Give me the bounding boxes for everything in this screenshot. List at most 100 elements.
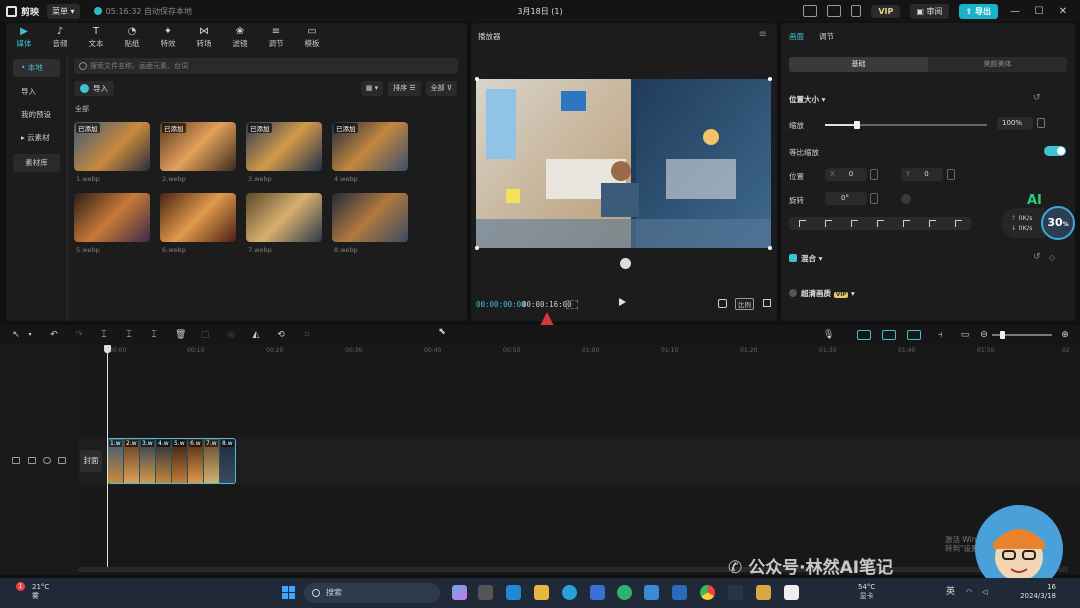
time-ruler[interactable]: 00:00 00:10 00:20 00:30 00:40 00:50 01:0… <box>78 345 1080 355</box>
side-item-library[interactable]: 素材库 <box>13 154 60 172</box>
split-left-icon[interactable]: ⌶ <box>124 330 134 340</box>
tab-audio[interactable]: ♪ 音频 <box>42 23 78 51</box>
tab-adjust[interactable]: ≡ 调节 <box>258 23 294 51</box>
zoom-slider[interactable] <box>992 331 1052 339</box>
timeline-clip[interactable]: 6.w <box>188 439 204 483</box>
copilot-icon[interactable] <box>452 585 467 600</box>
rotate-handle-icon[interactable] <box>620 258 631 269</box>
view-mode-button[interactable]: ▦ ▾ <box>360 81 384 96</box>
media-thumb-5[interactable] <box>74 193 150 242</box>
align-top-icon[interactable] <box>876 220 884 227</box>
timeline-clip[interactable]: 1.w <box>108 439 124 483</box>
segment-basic[interactable]: 基础 <box>789 57 928 72</box>
align-right-icon[interactable] <box>850 220 858 227</box>
timeline-scrollbar[interactable] <box>78 567 1068 572</box>
shortcut-keyboard-icon[interactable] <box>803 5 818 17</box>
sort-button[interactable]: 排序 ☰ <box>388 81 421 96</box>
media-thumb-3[interactable]: 已添加 <box>246 122 322 171</box>
timeline-clip[interactable]: 4.w <box>156 439 172 483</box>
stepper-icon[interactable] <box>870 169 878 180</box>
undo-icon[interactable]: ↶ <box>49 330 59 340</box>
side-item-presets[interactable]: 我的预设 <box>13 106 60 124</box>
video-preview[interactable] <box>476 79 771 248</box>
timeline-clip[interactable]: 2.w <box>124 439 140 483</box>
preview-icon[interactable]: ▭ <box>960 330 970 340</box>
vip-button[interactable]: VIP <box>871 4 901 18</box>
layout-icon[interactable] <box>827 5 842 17</box>
keyframe-icon[interactable] <box>1037 118 1045 128</box>
media-thumb-1[interactable]: 已添加 <box>74 122 150 171</box>
align-center-v-icon[interactable] <box>902 220 910 227</box>
close-icon[interactable]: ✕ <box>1056 6 1070 17</box>
position-x-input[interactable]: X0 <box>825 168 867 181</box>
lock-icon[interactable] <box>28 457 36 464</box>
freeze-icon[interactable]: ▢ <box>200 330 210 340</box>
tab-media[interactable]: ▶ 媒体 <box>6 23 42 51</box>
segment-beauty[interactable]: 美颜美体 <box>928 57 1067 72</box>
scale-slider-knob[interactable] <box>854 121 861 129</box>
filter-button[interactable]: 全部 ⊽ <box>425 81 457 96</box>
redo-icon[interactable]: ↷ <box>74 330 84 340</box>
align-left-icon[interactable] <box>798 220 806 227</box>
app-icon[interactable] <box>644 585 659 600</box>
side-item-cloud[interactable]: ▸ 云素材 <box>13 129 60 147</box>
ime-indicator[interactable]: 英 <box>946 588 955 597</box>
wifi-icon[interactable]: ◠ <box>966 588 972 597</box>
keyframe-icon[interactable]: ◇ <box>1049 253 1055 262</box>
player-menu-icon[interactable]: ≡ <box>759 29 767 40</box>
maximize-icon[interactable]: ☐ <box>1032 6 1046 17</box>
timeline-clip[interactable]: 7.w <box>204 439 220 483</box>
media-thumb-6[interactable] <box>160 193 236 242</box>
media-thumb-4[interactable]: 已添加 <box>332 122 408 171</box>
stepper-icon[interactable] <box>947 169 955 180</box>
stepper-icon[interactable] <box>870 193 878 204</box>
weather-widget[interactable]: 1 21°C 雾 <box>16 582 49 601</box>
tab-template[interactable]: ▭ 模板 <box>294 23 330 51</box>
uniform-scale-toggle[interactable] <box>1044 146 1066 156</box>
volume-icon[interactable]: ◁ <box>982 588 987 597</box>
tab-sticker[interactable]: ◔ 贴纸 <box>114 23 150 51</box>
folder-icon[interactable] <box>756 585 771 600</box>
resize-handle[interactable] <box>768 246 772 250</box>
select-cursor-icon[interactable]: ↖ <box>11 330 21 340</box>
import-button[interactable]: 导入 <box>74 81 114 96</box>
split-icon[interactable]: ⌶ <box>99 330 109 340</box>
fit-screen-icon[interactable] <box>718 299 727 308</box>
windows-start-icon[interactable] <box>282 586 295 599</box>
tab-transition[interactable]: ⋈ 转场 <box>186 23 222 51</box>
vscode-icon[interactable] <box>506 585 521 600</box>
tab-filter[interactable]: ❀ 滤镜 <box>222 23 258 51</box>
play-icon[interactable] <box>619 298 626 306</box>
taskbar-search[interactable]: 搜索 <box>304 583 440 603</box>
minimize-icon[interactable]: — <box>1008 6 1022 17</box>
ratio-button[interactable]: 比例 <box>735 298 754 310</box>
hd-checkbox[interactable] <box>789 289 797 297</box>
blend-checkbox[interactable] <box>789 254 797 262</box>
scale-input[interactable]: 100% <box>997 117 1033 130</box>
clip-strip[interactable]: 1.w 2.w 3.w 4.w 5.w 6.w 7.w 8.w <box>107 438 236 484</box>
auto-snap-icon[interactable] <box>882 330 896 340</box>
fullscreen-icon[interactable] <box>763 299 771 307</box>
resize-handle[interactable] <box>768 77 772 81</box>
media-thumb-7[interactable] <box>246 193 322 242</box>
preview-axis-icon[interactable]: ⫞ <box>935 330 945 340</box>
align-bottom-icon[interactable] <box>928 220 936 227</box>
app-icon[interactable] <box>728 585 743 600</box>
chevron-down-icon[interactable]: ▾ <box>25 330 35 340</box>
track-thumbnail-icon[interactable] <box>12 457 20 464</box>
scale-slider[interactable] <box>825 121 987 129</box>
flip-icon[interactable] <box>901 194 911 204</box>
app-icon[interactable] <box>617 585 632 600</box>
delete-icon[interactable]: 🗑 <box>175 330 186 340</box>
reset-icon[interactable]: ↺ <box>1033 252 1041 262</box>
chrome-icon[interactable] <box>700 585 715 600</box>
rotate-input[interactable]: 0° <box>825 192 867 205</box>
media-thumb-8[interactable] <box>332 193 408 242</box>
rotate-icon[interactable]: ⟲ <box>276 330 286 340</box>
zoom-out-icon[interactable]: ⊖ <box>979 330 989 340</box>
mute-icon[interactable] <box>58 457 66 464</box>
mirror-icon[interactable]: ◭ <box>251 330 261 340</box>
taskview-icon[interactable] <box>478 585 493 600</box>
grid-view-icon[interactable] <box>566 300 578 309</box>
reverse-icon[interactable]: ◎ <box>226 330 236 340</box>
